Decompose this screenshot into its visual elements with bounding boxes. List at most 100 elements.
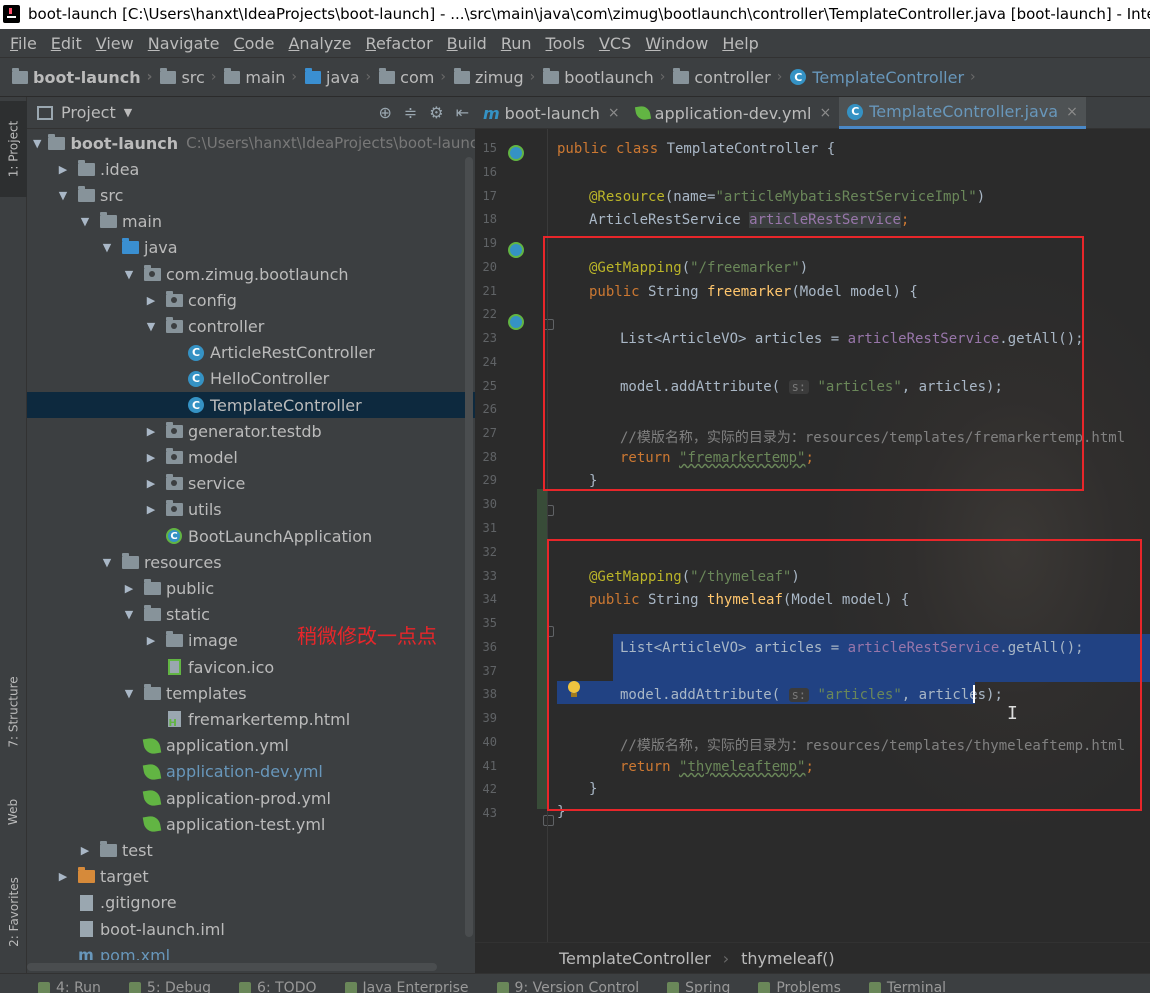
menu-tools[interactable]: Tools xyxy=(539,34,592,53)
breadcrumb-com[interactable]: com › xyxy=(379,67,454,87)
tree-item--gitignore[interactable]: ▶.gitignore xyxy=(27,890,475,916)
expand-arrow-icon[interactable]: ▼ xyxy=(99,241,115,254)
tool-window-4-run[interactable]: 4: Run xyxy=(38,974,101,993)
menu-edit[interactable]: Edit xyxy=(44,34,89,53)
collapse-arrow-icon[interactable]: ▶ xyxy=(143,451,159,464)
menu-code[interactable]: Code xyxy=(227,34,282,53)
tool-window-9-version-control[interactable]: 9: Version Control xyxy=(496,974,639,993)
tree-item-templatecontroller[interactable]: ▶CTemplateController xyxy=(27,392,475,418)
tool-window-5-debug[interactable]: 5: Debug xyxy=(128,974,211,993)
menu-view[interactable]: View xyxy=(89,34,141,53)
project-panel-title[interactable]: Project xyxy=(61,103,116,122)
tree-item-com-zimug-bootlaunch[interactable]: ▼ com.zimug.bootlaunch xyxy=(27,261,475,287)
collapse-arrow-icon[interactable]: ▶ xyxy=(143,503,159,516)
tree-item-boot-launch[interactable]: ▼ boot-launch C:\Users\hanxt\IdeaProjects\… xyxy=(27,130,475,156)
expand-arrow-icon[interactable]: ▼ xyxy=(77,215,93,228)
tool-window-java-enterprise[interactable]: Java Enterprise xyxy=(344,974,469,993)
breadcrumb-boot-launch[interactable]: boot-launch › xyxy=(12,67,160,87)
tree-item-generator-testdb[interactable]: ▶ generator.testdb xyxy=(27,418,475,444)
tree-item-application-test-yml[interactable]: ▶application-test.yml xyxy=(27,811,475,837)
package-icon xyxy=(165,474,183,492)
tree-item-resources[interactable]: ▼ resources xyxy=(27,549,475,575)
tree-item-boot-launch-iml[interactable]: ▶boot-launch.iml xyxy=(27,916,475,942)
folder-icon xyxy=(143,578,161,596)
structure-tool-tab[interactable]: 7: Structure xyxy=(0,657,27,767)
gear-icon[interactable]: ⚙ xyxy=(429,103,443,122)
expand-arrow-icon[interactable]: ▼ xyxy=(121,268,137,281)
favorites-tool-tab[interactable]: 2: Favorites xyxy=(0,857,27,967)
tree-item-public[interactable]: ▶ public xyxy=(27,575,475,601)
menu-build[interactable]: Build xyxy=(440,34,494,53)
tree-item-java[interactable]: ▼ java xyxy=(27,235,475,261)
breadcrumb-main[interactable]: main › xyxy=(224,67,305,87)
tool-window-problems[interactable]: Problems xyxy=(758,974,841,993)
breadcrumb-bootlaunch[interactable]: bootlaunch › xyxy=(543,67,673,87)
tree-vertical-scrollbar[interactable] xyxy=(465,157,473,937)
expand-arrow-icon[interactable]: ▼ xyxy=(121,687,137,700)
tree-item-utils[interactable]: ▶ utils xyxy=(27,497,475,523)
locate-icon[interactable]: ⊕ xyxy=(378,103,391,122)
tree-item-favicon-ico[interactable]: ▶favicon.ico xyxy=(27,654,475,680)
menu-vcs[interactable]: VCS xyxy=(592,34,638,53)
chevron-down-icon[interactable]: ▼ xyxy=(124,106,132,119)
collapse-arrow-icon[interactable]: ▶ xyxy=(55,870,71,883)
expand-arrow-icon[interactable]: ▼ xyxy=(143,320,159,333)
collapse-arrow-icon[interactable]: ▶ xyxy=(143,634,159,647)
expand-arrow-icon[interactable]: ▼ xyxy=(121,608,137,621)
breadcrumb-templatecontroller[interactable]: C TemplateController › xyxy=(790,68,983,87)
web-tool-tab[interactable]: Web xyxy=(0,777,27,847)
tree-item-test[interactable]: ▶ test xyxy=(27,837,475,863)
tree-item-fremarkertemp-html[interactable]: ▶fremarkertemp.html xyxy=(27,706,475,732)
menu-run[interactable]: Run xyxy=(494,34,539,53)
tool-window-spring[interactable]: Spring xyxy=(667,974,730,993)
tree-item-controller[interactable]: ▼ controller xyxy=(27,313,475,339)
collapse-all-icon[interactable]: ≑ xyxy=(404,103,417,122)
project-tool-tab[interactable]: 1: Project xyxy=(0,101,27,197)
collapse-arrow-icon[interactable]: ▶ xyxy=(55,163,71,176)
breadcrumb-method[interactable]: thymeleaf() xyxy=(741,949,835,968)
expand-arrow-icon[interactable]: ▼ xyxy=(55,189,71,202)
menu-analyze[interactable]: Analyze xyxy=(281,34,358,53)
tree-item-target[interactable]: ▶ target xyxy=(27,864,475,890)
code-area[interactable]: public class TemplateController { @Resou… xyxy=(475,97,1150,973)
menu-help[interactable]: Help xyxy=(715,34,765,53)
breadcrumb-controller[interactable]: controller › xyxy=(673,67,790,87)
collapse-arrow-icon[interactable]: ▶ xyxy=(77,844,93,857)
tool-window-6-todo[interactable]: 6: TODO xyxy=(239,974,317,993)
tree-item-hellocontroller[interactable]: ▶CHelloController xyxy=(27,366,475,392)
collapse-arrow-icon[interactable]: ▶ xyxy=(121,582,137,595)
tree-item-templates[interactable]: ▼ templates xyxy=(27,680,475,706)
expand-arrow-icon[interactable]: ▼ xyxy=(99,556,115,569)
collapse-arrow-icon[interactable]: ▶ xyxy=(143,425,159,438)
window-title-bar: boot-launch [C:\Users\hanxt\IdeaProjects… xyxy=(0,0,1150,29)
tree-item-bootlaunchapplication[interactable]: ▶CBootLaunchApplication xyxy=(27,523,475,549)
breadcrumb-src[interactable]: src › xyxy=(160,67,224,87)
menu-file[interactable]: File xyxy=(3,34,44,53)
folder-icon xyxy=(143,605,161,623)
tree-item-src[interactable]: ▼ src xyxy=(27,182,475,208)
package-icon xyxy=(165,290,183,308)
folder-icon xyxy=(99,212,117,230)
tree-item-main[interactable]: ▼ main xyxy=(27,209,475,235)
breadcrumb-class[interactable]: TemplateController xyxy=(559,949,711,968)
menu-navigate[interactable]: Navigate xyxy=(141,34,227,53)
tree-item-model[interactable]: ▶ model xyxy=(27,444,475,470)
tree-item-application-yml[interactable]: ▶application.yml xyxy=(27,733,475,759)
expand-arrow-icon[interactable]: ▼ xyxy=(33,137,41,150)
tool-window-terminal[interactable]: Terminal xyxy=(868,974,946,993)
tree-item-config[interactable]: ▶ config xyxy=(27,287,475,313)
tree-item-service[interactable]: ▶ service xyxy=(27,471,475,497)
tree-item-articlerestcontroller[interactable]: ▶CArticleRestController xyxy=(27,340,475,366)
tree-item-pom-xml[interactable]: ▶mpom.xml xyxy=(27,942,475,960)
tree-item--idea[interactable]: ▶ .idea xyxy=(27,156,475,182)
tree-item-application-dev-yml[interactable]: ▶application-dev.yml xyxy=(27,759,475,785)
collapse-arrow-icon[interactable]: ▶ xyxy=(143,294,159,307)
tree-horizontal-scrollbar[interactable] xyxy=(27,963,437,971)
menu-refactor[interactable]: Refactor xyxy=(359,34,440,53)
breadcrumb-zimug[interactable]: zimug › xyxy=(453,67,543,87)
collapse-arrow-icon[interactable]: ▶ xyxy=(143,477,159,490)
tree-item-application-prod-yml[interactable]: ▶application-prod.yml xyxy=(27,785,475,811)
menu-window[interactable]: Window xyxy=(638,34,715,53)
hide-panel-icon[interactable]: ⇤ xyxy=(456,103,469,122)
breadcrumb-java[interactable]: java › xyxy=(305,67,379,87)
